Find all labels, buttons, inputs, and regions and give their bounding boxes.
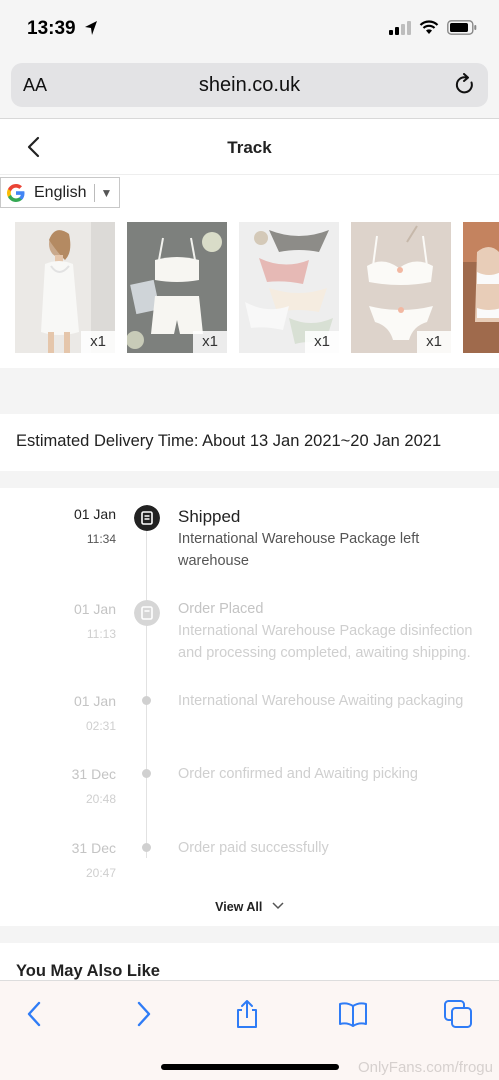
- view-all-label: View All: [215, 900, 263, 914]
- timeline-description: International Warehouse Awaiting packagi…: [178, 693, 464, 709]
- share-icon[interactable]: [232, 999, 262, 1029]
- section-divider: [0, 926, 499, 943]
- timeline-date: 31 Dec: [71, 840, 116, 856]
- product-thumbnail[interactable]: x1: [127, 222, 227, 353]
- page-header: Track: [0, 119, 499, 175]
- lingerie-model-image: [463, 222, 499, 353]
- back-icon[interactable]: [20, 999, 50, 1029]
- timeline-dot: [142, 843, 151, 852]
- timeline-description: International Warehouse Package left war…: [178, 531, 420, 569]
- timeline-line: [146, 528, 147, 858]
- reload-icon[interactable]: [454, 73, 476, 97]
- timeline-dot: [142, 696, 151, 705]
- chevron-down-icon: [272, 902, 284, 910]
- timeline-status: Order Placed: [178, 601, 264, 617]
- order-placed-icon: [134, 600, 160, 626]
- battery-icon: [447, 20, 477, 35]
- bookmarks-icon[interactable]: [338, 999, 368, 1029]
- status-bar: 13:39: [0, 0, 499, 60]
- timeline-time: 20:47: [85, 866, 116, 880]
- quantity-badge: x1: [193, 331, 227, 353]
- order-items-strip[interactable]: x1 x1 x1 x1: [15, 222, 499, 354]
- tabs-icon[interactable]: [443, 999, 473, 1029]
- language-selector[interactable]: English ▼: [0, 177, 120, 208]
- section-divider: [0, 471, 499, 488]
- product-thumbnail[interactable]: [463, 222, 499, 353]
- status-icons: [389, 20, 477, 35]
- timeline-time: 11:13: [86, 627, 116, 641]
- timeline-date: 01 Jan: [73, 506, 116, 522]
- divider: [94, 183, 96, 202]
- view-all-button[interactable]: View All: [0, 900, 499, 914]
- shipped-box-icon: [134, 505, 160, 531]
- timeline-description: Order confirmed and Awaiting picking: [178, 766, 418, 782]
- timeline-description: International Warehouse Package disinfec…: [178, 623, 473, 661]
- product-thumbnail[interactable]: x1: [239, 222, 339, 353]
- timeline-time: 11:34: [86, 532, 116, 546]
- timeline-status: Shipped: [178, 507, 241, 526]
- address-bar[interactable]: AA shein.co.uk: [11, 63, 488, 107]
- product-thumbnail[interactable]: x1: [351, 222, 451, 353]
- status-time: 13:39: [27, 18, 76, 39]
- section-heading: You May Also Like: [16, 962, 160, 980]
- url-text[interactable]: shein.co.uk: [11, 74, 488, 97]
- quantity-badge: x1: [305, 331, 339, 353]
- timeline-description: Order paid successfully: [178, 840, 329, 856]
- google-icon: [7, 183, 25, 202]
- dropdown-caret-icon: ▼: [100, 185, 113, 200]
- location-arrow-icon: [85, 21, 97, 35]
- section-divider: [0, 368, 499, 414]
- page-title: Track: [227, 138, 272, 157]
- timeline-time: 02:31: [85, 719, 116, 733]
- language-label: English: [34, 183, 87, 201]
- watermark: OnlyFans.com/frogu: [357, 1059, 493, 1076]
- browser-address-area: AA shein.co.uk: [0, 55, 499, 119]
- timeline-date: 31 Dec: [71, 766, 116, 782]
- wifi-icon: [419, 20, 439, 34]
- quantity-badge: x1: [81, 331, 115, 353]
- quantity-badge: x1: [417, 331, 451, 353]
- timeline-date: 01 Jan: [73, 693, 116, 709]
- timeline-dot: [142, 769, 151, 778]
- home-indicator[interactable]: [161, 1064, 339, 1070]
- forward-icon[interactable]: [128, 999, 158, 1029]
- estimated-delivery-text: Estimated Delivery Time: About 13 Jan 20…: [16, 432, 442, 450]
- cellular-signal-icon: [389, 20, 411, 35]
- product-thumbnail[interactable]: x1: [15, 222, 115, 353]
- timeline-date: 01 Jan: [73, 601, 116, 617]
- timeline-time: 20:48: [85, 792, 116, 806]
